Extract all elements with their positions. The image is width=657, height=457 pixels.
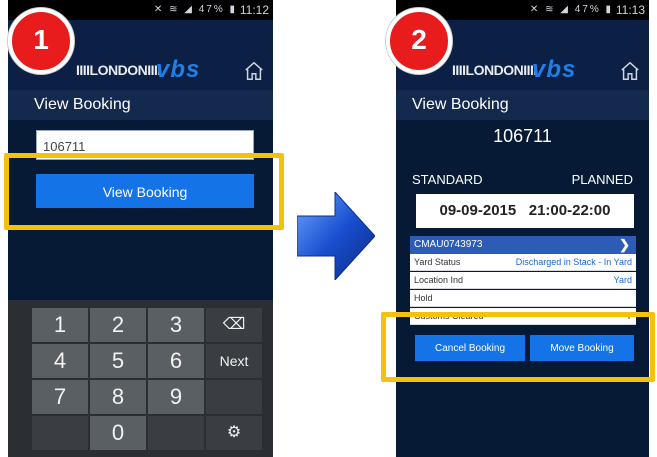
vbs-logo: vbs (532, 56, 577, 83)
home-icon[interactable] (243, 60, 265, 82)
next-key[interactable]: Next (206, 344, 262, 378)
home-icon[interactable] (619, 60, 641, 82)
container-row[interactable]: CMAU0743973 ❯ (410, 236, 636, 254)
status-time: 11:13 (615, 3, 645, 17)
settings-key[interactable]: ⚙ (206, 416, 262, 450)
booking-type: STANDARD (412, 172, 483, 187)
blank-key (206, 380, 262, 414)
booking-slot: 09-09-2015 21:00-22:00 (416, 194, 634, 228)
arrow-right-icon (297, 192, 375, 280)
highlight-view-booking (4, 153, 284, 230)
chevron-right-icon: ❯ (619, 237, 630, 252)
key-5[interactable]: 5 (90, 344, 146, 378)
detail-row-yard-status: Yard Status Discharged in Stack - In Yar… (410, 254, 636, 271)
detail-label: Yard Status (414, 257, 461, 267)
booking-date: 09-09-2015 (439, 202, 517, 219)
status-icons: ✕ ≋ ◢ 47% ▮ (153, 4, 237, 15)
status-icons: ✕ ≋ ◢ 47% ▮ (529, 4, 613, 15)
container-number: CMAU0743973 (414, 239, 483, 250)
key-8[interactable]: 8 (90, 380, 146, 414)
key-7[interactable]: 7 (32, 380, 88, 414)
key-1[interactable]: 1 (32, 308, 88, 342)
key-3[interactable]: 3 (148, 308, 204, 342)
key-4[interactable]: 4 (32, 344, 88, 378)
detail-value: Yard (613, 275, 632, 285)
booking-number: 106711 (493, 126, 552, 146)
detail-row-hold: Hold (410, 290, 636, 307)
status-time: 11:12 (239, 3, 269, 17)
vbs-logo: vbs (156, 56, 201, 83)
booking-type-row: STANDARD PLANNED (412, 172, 633, 187)
key-0[interactable]: 0 (90, 416, 146, 450)
london-logo: IIIILONDONIIII (452, 62, 537, 78)
key-2[interactable]: 2 (90, 308, 146, 342)
page-title: View Booking (396, 90, 649, 120)
booking-state: PLANNED (571, 172, 633, 187)
highlight-booking-actions (381, 312, 655, 382)
backspace-key[interactable]: ⌫ (206, 308, 262, 342)
key-9[interactable]: 9 (148, 380, 204, 414)
detail-label: Location Ind (414, 275, 464, 285)
detail-value: Discharged in Stack - In Yard (515, 257, 632, 267)
detail-row-location: Location Ind Yard (410, 272, 636, 289)
numeric-keypad: 1 2 3 ⌫ 4 5 6 Next 7 8 9 0 ⚙ (8, 300, 273, 457)
booking-time-window: 21:00-22:00 (528, 202, 611, 219)
page-title: View Booking (8, 90, 273, 120)
blank-key (32, 416, 88, 450)
step-badge-1: 1 (8, 8, 74, 74)
step-badge-2: 2 (386, 8, 452, 74)
london-logo: IIIILONDONIIII (76, 62, 161, 78)
blank-key (148, 416, 204, 450)
detail-label: Hold (414, 293, 433, 303)
key-6[interactable]: 6 (148, 344, 204, 378)
